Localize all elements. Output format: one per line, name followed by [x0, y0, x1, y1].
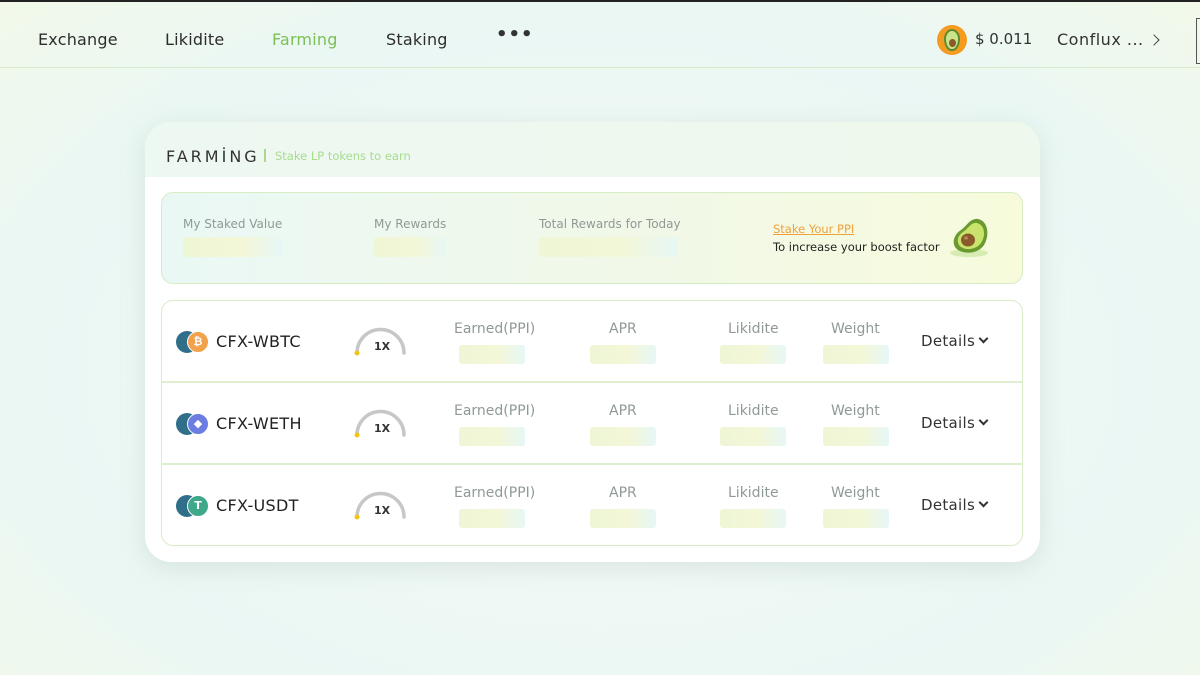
boost-multiplier: 1X	[374, 422, 391, 435]
apr-placeholder	[590, 345, 656, 364]
usdt-token-icon: T	[187, 495, 209, 517]
chevron-down-icon[interactable]	[978, 333, 989, 344]
likidite-label: Likidite	[728, 321, 779, 337]
rewards-summary: My Staked Value My Rewards Total Rewards…	[161, 192, 1023, 284]
weight-label: Weight	[831, 403, 880, 419]
pair-name: CFX-USDT	[216, 496, 299, 515]
weight-placeholder	[823, 509, 889, 528]
pair-name: CFX-WBTC	[216, 332, 301, 351]
my-rewards-label: My Rewards	[374, 217, 447, 231]
likidite-placeholder	[720, 345, 786, 364]
details-button[interactable]: Details	[921, 496, 975, 514]
details-button[interactable]: Details	[921, 414, 975, 432]
table-row: ₿ CFX-WBTC 1X Earned(PPI) APR Likidite W…	[162, 301, 1022, 382]
farm-pool-table: ₿ CFX-WBTC 1X Earned(PPI) APR Likidite W…	[161, 300, 1023, 546]
more-menu-icon[interactable]: •••	[496, 24, 534, 45]
my-rewards-placeholder	[374, 237, 446, 257]
details-button[interactable]: Details	[921, 332, 975, 350]
earned-placeholder	[459, 509, 525, 528]
farming-card: FARMİNG Stake LP tokens to earn My Stake…	[145, 122, 1040, 562]
avocado-icon	[950, 218, 988, 257]
staked-value-placeholder	[183, 237, 283, 257]
boost-multiplier: 1X	[374, 504, 391, 517]
card-title: FARMİNG	[166, 147, 260, 166]
weight-label: Weight	[831, 485, 880, 501]
chevron-down-icon[interactable]	[978, 497, 989, 508]
pair-icons: ₿	[176, 331, 210, 353]
apr-label: APR	[609, 321, 637, 337]
nav-staking[interactable]: Staking	[386, 30, 448, 49]
likidite-label: Likidite	[728, 403, 779, 419]
apr-label: APR	[609, 403, 637, 419]
earned-placeholder	[459, 345, 525, 364]
pair-name: CFX-WETH	[216, 414, 302, 433]
card-header: FARMİNG Stake LP tokens to earn	[145, 122, 1040, 177]
likidite-label: Likidite	[728, 485, 779, 501]
weight-placeholder	[823, 427, 889, 446]
pair-icons: T	[176, 495, 210, 517]
chevron-down-icon[interactable]	[978, 415, 989, 426]
wbtc-token-icon: ₿	[187, 331, 209, 353]
nav-farming[interactable]: Farming	[272, 30, 338, 49]
pair-icons: ◆	[176, 413, 210, 435]
weight-label: Weight	[831, 321, 880, 337]
boost-note: To increase your boost factor	[773, 240, 940, 254]
today-rewards-placeholder	[539, 237, 678, 257]
apr-placeholder	[590, 427, 656, 446]
title-divider	[264, 149, 266, 162]
apr-label: APR	[609, 485, 637, 501]
chevron-right-icon[interactable]	[1148, 34, 1160, 46]
earned-label: Earned(PPI)	[454, 321, 536, 337]
nav-exchange[interactable]: Exchange	[38, 30, 118, 49]
nav-likidite[interactable]: Likidite	[165, 30, 224, 49]
card-subtitle: Stake LP tokens to earn	[275, 149, 411, 163]
staked-value-label: My Staked Value	[183, 217, 283, 231]
boost-multiplier: 1X	[374, 340, 391, 353]
likidite-placeholder	[720, 509, 786, 528]
likidite-placeholder	[720, 427, 786, 446]
stake-ppi-link[interactable]: Stake Your PPI	[773, 222, 854, 236]
scrollbar-edge	[1196, 18, 1200, 64]
weth-token-icon: ◆	[187, 413, 209, 435]
earned-label: Earned(PPI)	[454, 403, 536, 419]
apr-placeholder	[590, 509, 656, 528]
avocado-icon	[937, 25, 967, 55]
token-price: $ 0.011	[975, 30, 1033, 48]
network-selector[interactable]: Conflux ...	[1057, 30, 1144, 49]
top-navigation: Exchange Likidite Farming Staking ••• $ …	[0, 2, 1200, 68]
weight-placeholder	[823, 345, 889, 364]
earned-placeholder	[459, 427, 525, 446]
table-row: T CFX-USDT 1X Earned(PPI) APR Likidite W…	[162, 465, 1022, 546]
table-row: ◆ CFX-WETH 1X Earned(PPI) APR Likidite W…	[162, 383, 1022, 464]
earned-label: Earned(PPI)	[454, 485, 536, 501]
today-rewards-label: Total Rewards for Today	[539, 217, 681, 231]
